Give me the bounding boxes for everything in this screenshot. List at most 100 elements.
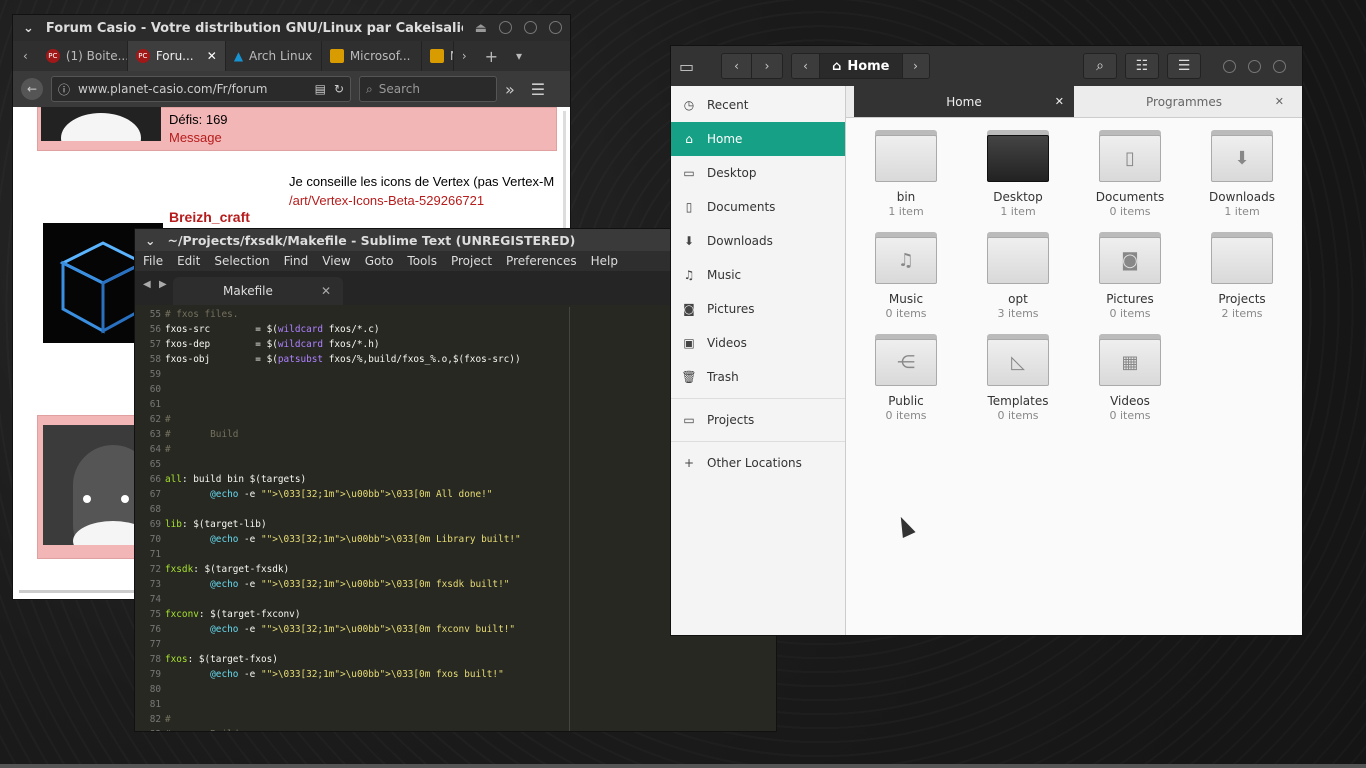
item-count: 0 items bbox=[997, 409, 1039, 422]
reload-icon[interactable]: ↻ bbox=[334, 82, 344, 96]
hamburger-menu-icon[interactable]: ☰ bbox=[531, 80, 545, 99]
minimize-button[interactable] bbox=[1223, 59, 1236, 73]
username-link[interactable]: Breizh_craft bbox=[169, 209, 250, 225]
view-list-button[interactable]: ☷ bbox=[1125, 53, 1159, 79]
sidebar-item-downloads[interactable]: ⬇ Downloads bbox=[671, 224, 845, 258]
forward-button[interactable]: › bbox=[752, 54, 782, 78]
tab-prev-icon[interactable]: ◀ bbox=[143, 279, 151, 290]
menu-selection[interactable]: Selection bbox=[214, 254, 269, 268]
code-line: 78 fxos: $(target-fxos) bbox=[135, 652, 776, 667]
hamburger-menu-icon: ☰ bbox=[1177, 58, 1191, 74]
sidebar-item-documents[interactable]: ▯ Documents bbox=[671, 190, 845, 224]
message-link[interactable]: Message bbox=[169, 130, 222, 145]
close-tab-icon[interactable]: ✕ bbox=[1055, 95, 1064, 108]
tab-scroll-left-icon[interactable]: ‹ bbox=[13, 49, 38, 63]
folder-icon: ⋲ bbox=[875, 334, 937, 386]
tab-makefile[interactable]: Makefile ✕ bbox=[173, 277, 343, 305]
sidebar-item-trash[interactable]: 🗑 Trash bbox=[671, 360, 845, 394]
file-item-projects[interactable]: Projects 2 items bbox=[1192, 232, 1292, 320]
menu-edit[interactable]: Edit bbox=[177, 254, 200, 268]
close-button[interactable] bbox=[1273, 59, 1286, 73]
file-item-templates[interactable]: ◺ Templates 0 items bbox=[968, 334, 1068, 422]
folder-icon[interactable]: ▭ bbox=[679, 57, 699, 76]
new-tab-icon[interactable]: + bbox=[475, 47, 508, 66]
search-button[interactable]: ⌕ bbox=[1083, 53, 1117, 79]
files-headerbar[interactable]: ▭ ‹ › ‹ ⌂ Home › ⌕ ☷ ☰ bbox=[671, 46, 1302, 86]
url-bar[interactable]: ⓘ www.planet-casio.com/Fr/forum ▤ ↻ bbox=[51, 76, 351, 102]
code-text: fxconv: $(target-fxconv) bbox=[165, 609, 301, 620]
close-tab-icon[interactable]: ✕ bbox=[207, 49, 217, 63]
sidebar-item-pictures[interactable]: ◙ Pictures bbox=[671, 292, 845, 326]
menu-help[interactable]: Help bbox=[591, 254, 618, 268]
tab-arch-linux[interactable]: ▲ Arch Linux bbox=[226, 41, 322, 71]
file-view: Home ✕ Programmes ✕ bin 1 item Desktop 1 it… bbox=[846, 86, 1302, 635]
menu-view[interactable]: View bbox=[322, 254, 350, 268]
tab-forum[interactable]: PC Foru... ✕ bbox=[127, 41, 226, 71]
file-item-documents[interactable]: ▯ Documents 0 items bbox=[1080, 130, 1180, 218]
sidebar-item-videos[interactable]: ▣ Videos bbox=[671, 326, 845, 360]
path-left-button[interactable]: ‹ bbox=[792, 54, 820, 78]
path-right-button[interactable]: › bbox=[902, 54, 929, 78]
close-button[interactable] bbox=[549, 20, 562, 34]
file-item-pictures[interactable]: ◙ Pictures 0 items bbox=[1080, 232, 1180, 320]
file-item-desktop[interactable]: Desktop 1 item bbox=[968, 130, 1068, 218]
info-icon[interactable]: ⓘ bbox=[58, 81, 70, 98]
menu-find[interactable]: Find bbox=[284, 254, 309, 268]
tab-scroll-right-icon[interactable]: › bbox=[454, 49, 475, 63]
menu-project[interactable]: Project bbox=[451, 254, 492, 268]
taskbar bbox=[0, 764, 1366, 768]
vertex-link[interactable]: /art/Vertex-Icons-Beta-529266721 bbox=[289, 193, 484, 208]
tab-n[interactable]: N bbox=[422, 41, 454, 71]
close-tab-icon[interactable]: ✕ bbox=[321, 284, 331, 298]
line-number: 74 bbox=[149, 594, 161, 605]
file-item-bin[interactable]: bin 1 item bbox=[856, 130, 956, 218]
menu-tools[interactable]: Tools bbox=[407, 254, 437, 268]
menu-preferences[interactable]: Preferences bbox=[506, 254, 577, 268]
search-input[interactable]: ⌕ Search bbox=[359, 76, 497, 102]
close-tab-icon[interactable]: ✕ bbox=[1275, 95, 1284, 108]
line-number: 79 bbox=[149, 669, 161, 680]
menu-button[interactable]: ☰ bbox=[1167, 53, 1201, 79]
tab-next-icon[interactable]: ▶ bbox=[159, 279, 167, 290]
file-item-public[interactable]: ⋲ Public 0 items bbox=[856, 334, 956, 422]
sidebar-item-music[interactable]: ♫ Music bbox=[671, 258, 845, 292]
menu-goto[interactable]: Goto bbox=[365, 254, 394, 268]
item-count: 0 items bbox=[1109, 307, 1151, 320]
tab-programmes[interactable]: Programmes ✕ bbox=[1074, 86, 1294, 117]
tab-boite[interactable]: PC (1) Boite... bbox=[38, 41, 128, 71]
tab-microsoft[interactable]: Microsof... bbox=[322, 41, 422, 71]
sidebar-item-other-locations[interactable]: + Other Locations bbox=[671, 446, 845, 480]
menu-file[interactable]: File bbox=[143, 254, 163, 268]
path-bar: ‹ ⌂ Home › bbox=[791, 53, 930, 79]
code-text: @echo -e "">\033[32;1m">\u00bb">\033[0m … bbox=[210, 624, 516, 635]
maximize-button[interactable] bbox=[524, 20, 537, 34]
firefox-titlebar[interactable]: ⌄ Forum Casio - Votre distribution GNU/L… bbox=[13, 15, 570, 41]
sidebar-item-recent[interactable]: ◷ Recent bbox=[671, 88, 845, 122]
overflow-icon[interactable]: » bbox=[505, 80, 515, 99]
sidebar-item-projects[interactable]: ▭ Projects bbox=[671, 403, 845, 437]
window-menu-icon[interactable]: ⌄ bbox=[23, 21, 34, 36]
code-line: 80 bbox=[135, 682, 776, 697]
file-item-music[interactable]: ♫ Music 0 items bbox=[856, 232, 956, 320]
line-number: 55 bbox=[149, 309, 161, 320]
back-button[interactable]: ‹ bbox=[722, 54, 752, 78]
files-tabs: Home ✕ Programmes ✕ bbox=[846, 86, 1302, 118]
file-item-opt[interactable]: opt 3 items bbox=[968, 232, 1068, 320]
sidebar-item-label: Pictures bbox=[707, 302, 755, 316]
sidebar-item-desktop[interactable]: ▭ Desktop bbox=[671, 156, 845, 190]
file-item-videos[interactable]: ▦ Videos 0 items bbox=[1080, 334, 1180, 422]
item-count: 3 items bbox=[997, 307, 1039, 320]
minimize-button[interactable] bbox=[499, 20, 512, 34]
sidebar-item-home[interactable]: ⌂ Home bbox=[671, 122, 845, 156]
maximize-button[interactable] bbox=[1248, 59, 1261, 73]
tab-list-icon[interactable]: ▾ bbox=[508, 49, 530, 63]
window-menu-icon[interactable]: ⌄ bbox=[145, 233, 155, 248]
file-item-downloads[interactable]: ⬇ Downloads 1 item bbox=[1192, 130, 1292, 218]
file-name: Public bbox=[888, 394, 924, 408]
line-number: 68 bbox=[149, 504, 161, 515]
tab-home[interactable]: Home ✕ bbox=[854, 86, 1074, 117]
eject-icon[interactable]: ⏏ bbox=[475, 21, 487, 36]
path-home-button[interactable]: ⌂ Home bbox=[820, 54, 903, 78]
back-icon[interactable]: ← bbox=[21, 78, 43, 100]
reader-view-icon[interactable]: ▤ bbox=[315, 82, 326, 96]
